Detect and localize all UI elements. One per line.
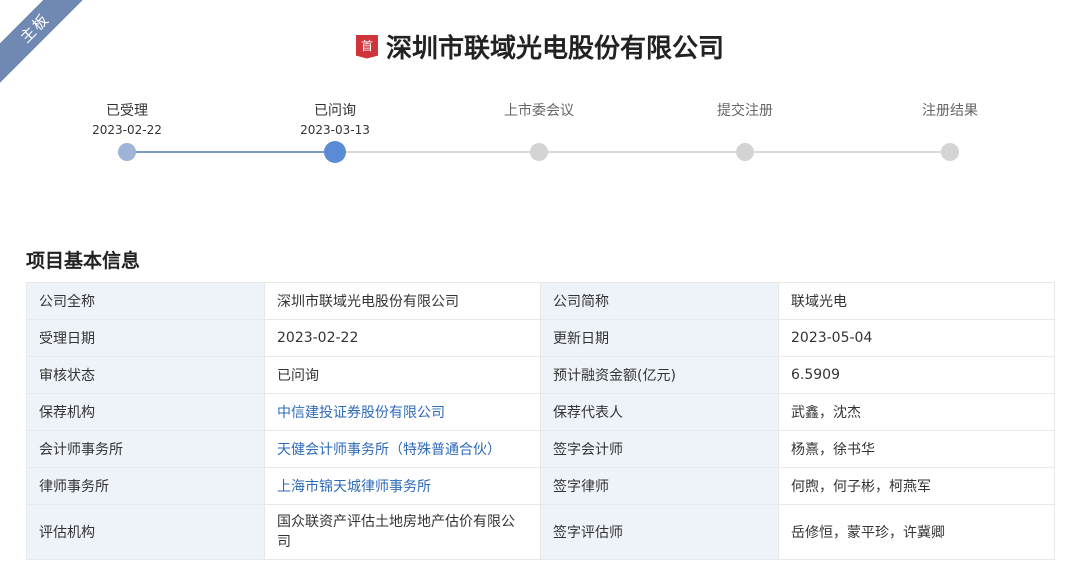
label-planned-financing: 预计融资金额(亿元)	[540, 356, 779, 394]
label-signing-appraisers: 签字评估师	[540, 504, 779, 560]
step-accepted: 已受理 2023-02-22	[57, 100, 197, 138]
table-row: 会计师事务所 天健会计师事务所（特殊普通合伙） 签字会计师 杨熹，徐书华	[26, 430, 1055, 468]
label-appraisal-firm: 评估机构	[26, 504, 265, 560]
step-date: 2023-03-13	[300, 123, 370, 137]
first-listing-badge-icon: 首	[355, 34, 378, 59]
label-accept-date: 受理日期	[26, 319, 265, 357]
step-label: 提交注册	[717, 103, 773, 119]
step-dot-pending	[530, 143, 548, 161]
step-label: 已受理	[106, 103, 148, 119]
step-date: 2023-02-22	[92, 123, 162, 137]
table-row: 受理日期 2023-02-22 更新日期 2023-05-04	[26, 319, 1055, 357]
value-review-status: 已问询	[264, 356, 541, 394]
table-row: 审核状态 已问询 预计融资金额(亿元) 6.5909	[26, 356, 1055, 394]
step-registration-result: 注册结果	[880, 100, 1020, 122]
value-update-date: 2023-05-04	[778, 319, 1055, 357]
value-full-name: 深圳市联域光电股份有限公司	[264, 282, 541, 320]
value-signing-lawyers: 何煦，何子彬，柯燕军	[778, 467, 1055, 505]
label-signing-lawyers: 签字律师	[540, 467, 779, 505]
step-listing-committee: 上市委会议	[469, 100, 609, 122]
step-dot-current	[324, 141, 346, 163]
value-signing-accountants: 杨熹，徐书华	[778, 430, 1055, 468]
table-row: 律师事务所 上海市锦天城律师事务所 签字律师 何煦，何子彬，柯燕军	[26, 467, 1055, 505]
label-short-name: 公司简称	[540, 282, 779, 320]
section-title: 项目基本信息	[26, 250, 141, 272]
progress-steps: 已受理 2023-02-22 已问询 2023-03-13 上市委会议 提交注册…	[0, 100, 1080, 180]
label-signing-accountants: 签字会计师	[540, 430, 779, 468]
label-sponsor-reps: 保荐代表人	[540, 393, 779, 431]
label-full-name: 公司全称	[26, 282, 265, 320]
label-update-date: 更新日期	[540, 319, 779, 357]
table-row: 评估机构 国众联资产评估土地房地产估价有限公司 签字评估师 岳修恒，蒙平珍，许冀…	[26, 504, 1055, 560]
table-row: 保荐机构 中信建投证券股份有限公司 保荐代表人 武鑫，沈杰	[26, 393, 1055, 431]
value-planned-financing: 6.5909	[778, 356, 1055, 394]
step-submit-registration: 提交注册	[675, 100, 815, 122]
project-info-table: 公司全称 深圳市联域光电股份有限公司 公司简称 联域光电 受理日期 2023-0…	[26, 282, 1055, 560]
label-review-status: 审核状态	[26, 356, 265, 394]
label-accounting-firm: 会计师事务所	[26, 430, 265, 468]
step-label: 已问询	[314, 103, 356, 119]
sponsor-link[interactable]: 中信建投证券股份有限公司	[264, 393, 541, 431]
accounting-firm-link[interactable]: 天健会计师事务所（特殊普通合伙）	[264, 430, 541, 468]
law-firm-link[interactable]: 上海市锦天城律师事务所	[264, 467, 541, 505]
page-title: 深圳市联域光电股份有限公司	[385, 34, 724, 64]
value-signing-appraisers: 岳修恒，蒙平珍，许冀卿	[778, 504, 1055, 560]
step-label: 注册结果	[922, 103, 978, 119]
step-dot-done	[118, 143, 136, 161]
table-row: 公司全称 深圳市联域光电股份有限公司 公司简称 联域光电	[26, 282, 1055, 320]
page-header: 首 深圳市联域光电股份有限公司	[0, 28, 1080, 65]
value-short-name: 联域光电	[778, 282, 1055, 320]
label-law-firm: 律师事务所	[26, 467, 265, 505]
step-inquired: 已问询 2023-03-13	[265, 100, 405, 138]
step-label: 上市委会议	[504, 103, 574, 119]
appraisal-firm-text: 国众联资产评估土地房地产估价有限公司	[277, 514, 515, 550]
label-sponsor: 保荐机构	[26, 393, 265, 431]
step-dot-pending	[941, 143, 959, 161]
step-dot-pending	[736, 143, 754, 161]
value-accept-date: 2023-02-22	[264, 319, 541, 357]
progress-track-completed	[127, 151, 335, 153]
value-sponsor-reps: 武鑫，沈杰	[778, 393, 1055, 431]
value-appraisal-firm: 国众联资产评估土地房地产估价有限公司	[264, 504, 541, 560]
